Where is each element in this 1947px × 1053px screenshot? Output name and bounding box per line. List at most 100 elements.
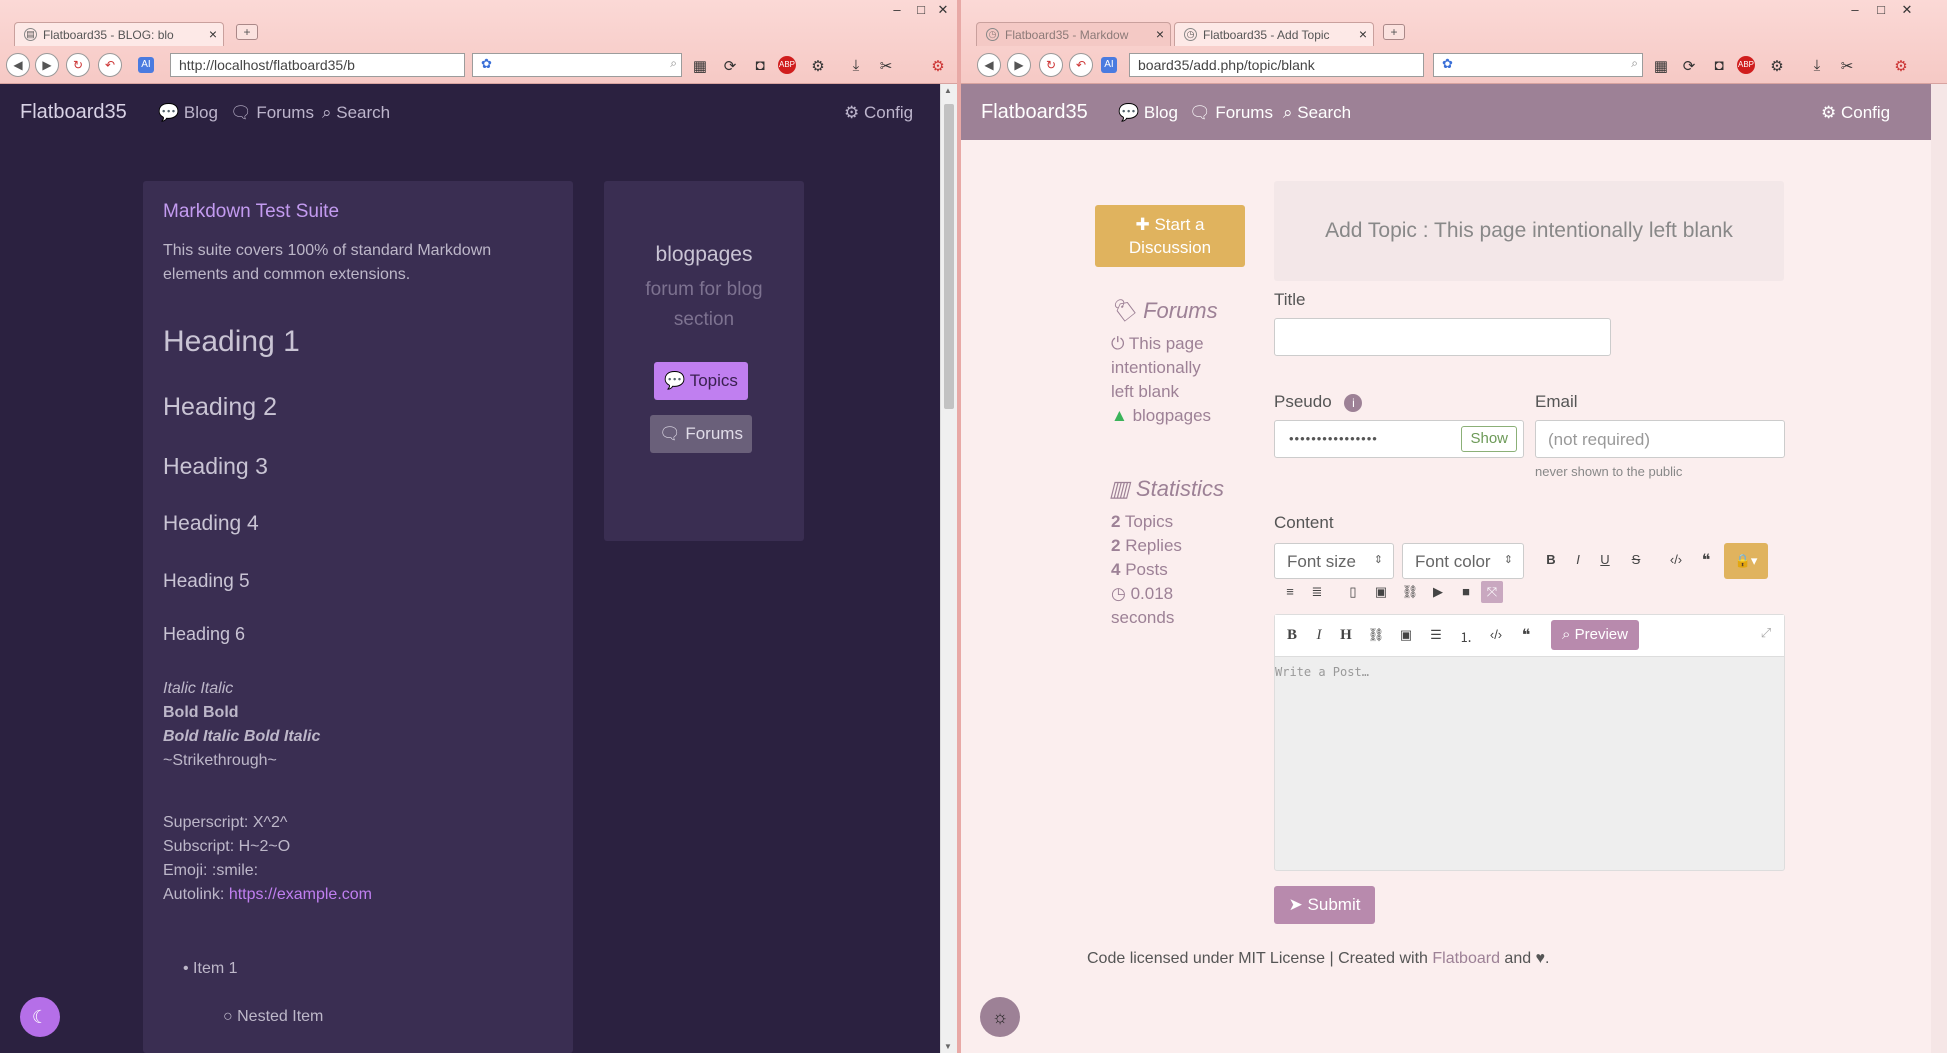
settings-icon[interactable]: ⚙: [1891, 57, 1911, 75]
close-tab-icon[interactable]: ×: [209, 26, 217, 42]
video-icon[interactable]: ■: [1455, 584, 1477, 599]
browser-tab-active[interactable]: ◷ Flatboard35 - Add Topic ×: [1174, 22, 1374, 46]
close-window-icon[interactable]: ✕: [934, 2, 952, 18]
align-right-icon[interactable]: ≣: [1306, 584, 1328, 600]
download-icon[interactable]: ⤓: [846, 57, 866, 74]
font-color-select[interactable]: Font color ⇕: [1402, 543, 1524, 579]
grid-icon[interactable]: ▦: [690, 57, 710, 75]
scissors-icon[interactable]: ✂: [876, 57, 896, 75]
nav-blog[interactable]: 💬 Blog: [158, 103, 218, 123]
show-password-button[interactable]: Show: [1461, 426, 1517, 452]
nav-config[interactable]: ⚙ Config: [1821, 103, 1890, 123]
maximize-icon[interactable]: □: [912, 2, 930, 17]
forward-icon[interactable]: ▶: [35, 53, 59, 77]
browser-tab[interactable]: ▤ Flatboard35 - BLOG: blo ×: [14, 22, 224, 46]
nav-forums[interactable]: 🗨 Forums: [230, 103, 314, 123]
adblock-icon[interactable]: ABP: [778, 56, 796, 74]
back-icon[interactable]: ◀: [977, 53, 1001, 77]
brand-logo[interactable]: Flatboard35: [20, 101, 127, 124]
undo-icon[interactable]: ↶: [1069, 53, 1093, 77]
info-icon[interactable]: i: [1344, 394, 1363, 412]
font-size-select[interactable]: Font size ⇕: [1274, 543, 1394, 579]
address-bar[interactable]: http://localhost/flatboard35/b: [170, 53, 465, 77]
scissors-icon[interactable]: ✂: [1837, 57, 1857, 75]
close-tab-icon[interactable]: ×: [1156, 26, 1164, 42]
pseudo-input[interactable]: •••••••••••••••• Show: [1274, 420, 1524, 458]
autolink[interactable]: https://example.com: [229, 886, 372, 903]
submit-button[interactable]: ➤ Submit: [1274, 886, 1375, 924]
reload-icon[interactable]: ↻: [1039, 53, 1063, 77]
search-box[interactable]: ✿ ⌕: [472, 53, 682, 77]
forum-link-blogpages[interactable]: ▲ blogpages: [1111, 404, 1211, 428]
expand-icon[interactable]: ⤢: [1755, 625, 1777, 641]
topics-button[interactable]: 💬 Topics: [654, 362, 748, 400]
nav-search[interactable]: ⌕ Search: [1283, 103, 1351, 123]
start-discussion-button[interactable]: ✚ Start a Discussion: [1095, 205, 1245, 267]
minimize-icon[interactable]: –: [888, 2, 906, 17]
forward-icon[interactable]: ▶: [1007, 53, 1031, 77]
adblock-icon[interactable]: ABP: [1737, 56, 1755, 74]
align-center-icon[interactable]: ≡: [1279, 584, 1301, 599]
scrollbar[interactable]: ▲ ▼: [940, 84, 957, 1053]
brand-logo[interactable]: Flatboard35: [981, 101, 1088, 124]
close-tab-icon[interactable]: ×: [1359, 26, 1367, 42]
underline-icon[interactable]: U: [1594, 552, 1616, 567]
nav-config[interactable]: ⚙ Config: [844, 103, 913, 123]
close-window-icon[interactable]: ✕: [1898, 2, 1916, 18]
title-input[interactable]: [1274, 318, 1611, 356]
reload-icon[interactable]: ↻: [66, 53, 90, 77]
link-icon[interactable]: ⛓: [1399, 584, 1421, 600]
address-bar[interactable]: board35/add.php/topic/blank: [1129, 53, 1424, 77]
settings-icon[interactable]: ⚙: [928, 57, 948, 75]
scrollbar-thumb[interactable]: [944, 104, 954, 409]
extension-icon[interactable]: ⚙: [808, 57, 828, 75]
sync-icon[interactable]: ⟳: [720, 57, 740, 75]
lock-dropdown-icon[interactable]: 🔒▾: [1724, 543, 1768, 579]
maximize-icon[interactable]: □: [1872, 2, 1890, 17]
search-icon[interactable]: ⌕: [1631, 56, 1638, 71]
search-box[interactable]: ✿ ⌕: [1433, 53, 1643, 77]
fullscreen-icon[interactable]: ⤧: [1481, 581, 1503, 603]
pocket-icon[interactable]: ◘: [1709, 57, 1729, 74]
grid-icon[interactable]: ▦: [1651, 57, 1671, 75]
forum-link[interactable]: ⏻ This page intentionally left blank: [1111, 332, 1221, 404]
new-tab-button[interactable]: +: [236, 24, 258, 40]
preview-button[interactable]: ⌕ Preview: [1551, 620, 1639, 650]
theme-toggle-sun-icon[interactable]: ☼: [980, 997, 1020, 1037]
file-icon[interactable]: ▯: [1342, 584, 1364, 600]
forum-name[interactable]: blogpages: [604, 243, 804, 267]
bold-icon[interactable]: B: [1281, 627, 1303, 644]
post-title[interactable]: Markdown Test Suite: [163, 201, 339, 223]
code-icon[interactable]: ‹/›: [1485, 627, 1507, 642]
download-icon[interactable]: ⤓: [1807, 57, 1827, 74]
link-icon[interactable]: ⛓: [1365, 627, 1387, 643]
nav-search[interactable]: ⌕ Search: [322, 103, 390, 123]
search-icon[interactable]: ⌕: [670, 56, 677, 71]
forums-button[interactable]: 🗨 Forums: [650, 415, 752, 453]
italic-icon[interactable]: I: [1308, 627, 1330, 644]
undo-icon[interactable]: ↶: [98, 53, 122, 77]
email-input[interactable]: (not required): [1535, 420, 1785, 458]
quote-icon[interactable]: ❝: [1515, 625, 1537, 645]
extension-icon[interactable]: ⚙: [1767, 57, 1787, 75]
bold-icon[interactable]: B: [1540, 552, 1562, 567]
nav-blog[interactable]: 💬 Blog: [1118, 103, 1178, 123]
numbered-list-icon[interactable]: ⒈: [1455, 627, 1477, 646]
image-icon[interactable]: ▣: [1395, 627, 1417, 643]
strikethrough-icon[interactable]: S: [1625, 552, 1647, 567]
bullet-list-icon[interactable]: ☰: [1425, 627, 1447, 643]
pocket-icon[interactable]: ◘: [750, 57, 770, 74]
youtube-icon[interactable]: ▶: [1427, 584, 1449, 600]
sync-icon[interactable]: ⟳: [1679, 57, 1699, 75]
heading-icon[interactable]: H: [1335, 627, 1357, 644]
new-tab-button[interactable]: +: [1383, 24, 1405, 40]
post-textarea[interactable]: Write a Post…: [1275, 665, 1369, 679]
code-icon[interactable]: ‹/›: [1665, 552, 1687, 567]
quote-icon[interactable]: ❝: [1695, 550, 1717, 570]
minimize-icon[interactable]: –: [1846, 2, 1864, 17]
browser-tab[interactable]: ◷ Flatboard35 - Markdow ×: [976, 22, 1171, 46]
italic-icon[interactable]: I: [1567, 552, 1589, 567]
back-icon[interactable]: ◀: [6, 53, 30, 77]
theme-toggle-moon-icon[interactable]: ☾: [20, 997, 60, 1037]
footer-link[interactable]: Flatboard: [1432, 950, 1500, 967]
